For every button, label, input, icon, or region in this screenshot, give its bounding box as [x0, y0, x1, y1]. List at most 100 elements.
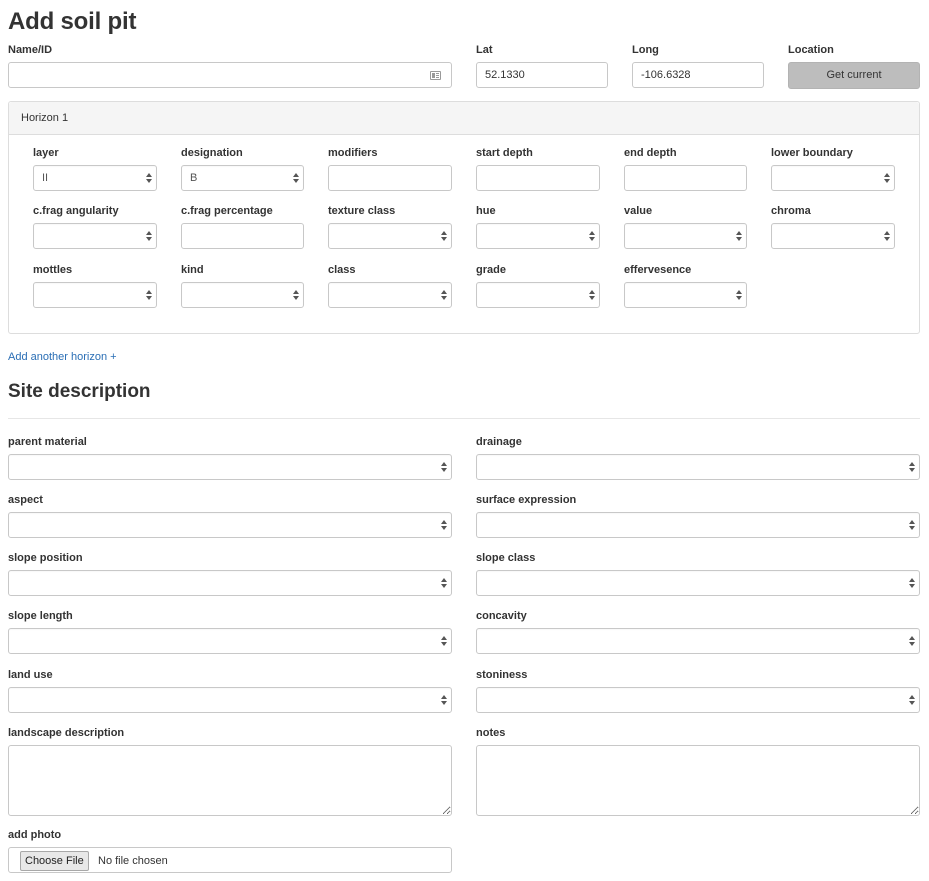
slope-length-select[interactable]	[8, 628, 452, 654]
slope-class-select[interactable]	[476, 570, 920, 596]
hue-label: hue	[476, 205, 496, 217]
select-arrows-icon	[441, 694, 447, 706]
concavity-label: concavity	[476, 610, 527, 622]
lower-boundary-select[interactable]	[771, 165, 895, 191]
land-use-select[interactable]	[8, 687, 452, 713]
notes-label: notes	[476, 727, 506, 739]
select-arrows-icon	[293, 289, 299, 301]
concavity-select[interactable]	[476, 628, 920, 654]
grade-label: grade	[476, 264, 506, 276]
add-photo-label: add photo	[8, 829, 62, 841]
stoniness-select[interactable]	[476, 687, 920, 713]
texture-class-label: texture class	[328, 205, 396, 217]
choose-file-button[interactable]: Choose File	[20, 851, 89, 871]
kind-label: kind	[181, 264, 204, 276]
stoniness-label: stoniness	[476, 669, 528, 681]
file-status-text: No file chosen	[98, 855, 168, 867]
page-title: Add soil pit	[8, 8, 137, 35]
location-label: Location	[788, 44, 834, 56]
select-arrows-icon	[909, 461, 915, 473]
select-arrows-icon	[146, 172, 152, 184]
site-description-title: Site description	[8, 381, 151, 402]
modifiers-input[interactable]	[328, 165, 452, 191]
landscape-description-textarea[interactable]	[8, 745, 452, 816]
select-arrows-icon	[909, 577, 915, 589]
select-arrows-icon	[909, 635, 915, 647]
modifiers-label: modifiers	[328, 147, 378, 159]
long-label: Long	[632, 44, 659, 56]
start-depth-label: start depth	[476, 147, 533, 159]
lat-label: Lat	[476, 44, 493, 56]
select-arrows-icon	[441, 577, 447, 589]
effervesence-select[interactable]	[624, 282, 747, 308]
value-select[interactable]	[624, 223, 747, 249]
drainage-select[interactable]	[476, 454, 920, 480]
hue-select[interactable]	[476, 223, 600, 249]
select-arrows-icon	[441, 519, 447, 531]
horizon-panel-header: Horizon 1	[9, 102, 919, 135]
slope-class-label: slope class	[476, 552, 536, 564]
landscape-description-label: landscape description	[8, 727, 125, 739]
photo-file-input[interactable]: Choose File No file chosen	[8, 847, 452, 873]
contact-card-icon[interactable]	[430, 71, 441, 80]
effervesence-label: effervesence	[624, 264, 692, 276]
select-arrows-icon	[589, 289, 595, 301]
parent-material-label: parent material	[8, 436, 87, 448]
add-another-horizon-link[interactable]: Add another horizon +	[8, 351, 117, 363]
lower-boundary-label: lower boundary	[771, 147, 853, 159]
designation-select[interactable]: B	[181, 165, 304, 191]
end-depth-input[interactable]	[624, 165, 747, 191]
select-arrows-icon	[146, 230, 152, 242]
aspect-label: aspect	[8, 494, 43, 506]
value-label: value	[624, 205, 653, 217]
class-select[interactable]	[328, 282, 452, 308]
end-depth-label: end depth	[624, 147, 677, 159]
long-input[interactable]: -106.6328	[632, 62, 764, 88]
class-label: class	[328, 264, 356, 276]
texture-class-select[interactable]	[328, 223, 452, 249]
cfrag-angularity-label: c.frag angularity	[33, 205, 119, 217]
layer-select[interactable]: II	[33, 165, 157, 191]
lat-input[interactable]: 52.1330	[476, 62, 608, 88]
cfrag-percentage-input[interactable]	[181, 223, 304, 249]
chroma-select[interactable]	[771, 223, 895, 249]
select-arrows-icon	[884, 230, 890, 242]
surface-expression-label: surface expression	[476, 494, 577, 506]
parent-material-select[interactable]	[8, 454, 452, 480]
mottles-select[interactable]	[33, 282, 157, 308]
select-arrows-icon	[441, 635, 447, 647]
select-arrows-icon	[146, 289, 152, 301]
start-depth-input[interactable]	[476, 165, 600, 191]
select-arrows-icon	[441, 230, 447, 242]
name-label: Name/ID	[8, 44, 53, 56]
select-arrows-icon	[293, 172, 299, 184]
surface-expression-select[interactable]	[476, 512, 920, 538]
designation-value: B	[190, 172, 198, 184]
select-arrows-icon	[441, 289, 447, 301]
kind-select[interactable]	[181, 282, 304, 308]
select-arrows-icon	[909, 519, 915, 531]
aspect-select[interactable]	[8, 512, 452, 538]
chroma-label: chroma	[771, 205, 811, 217]
slope-position-select[interactable]	[8, 570, 452, 596]
select-arrows-icon	[736, 230, 742, 242]
mottles-label: mottles	[33, 264, 73, 276]
slope-position-label: slope position	[8, 552, 83, 564]
select-arrows-icon	[909, 694, 915, 706]
designation-label: designation	[181, 147, 243, 159]
grade-select[interactable]	[476, 282, 600, 308]
land-use-label: land use	[8, 669, 53, 681]
layer-value: II	[42, 172, 49, 184]
cfrag-percentage-label: c.frag percentage	[181, 205, 273, 217]
drainage-label: drainage	[476, 436, 522, 448]
name-input[interactable]	[8, 62, 452, 88]
section-divider	[8, 418, 920, 419]
notes-textarea[interactable]	[476, 745, 920, 816]
cfrag-angularity-select[interactable]	[33, 223, 157, 249]
select-arrows-icon	[884, 172, 890, 184]
get-current-location-button[interactable]: Get current	[788, 62, 920, 89]
layer-label: layer	[33, 147, 59, 159]
select-arrows-icon	[736, 289, 742, 301]
select-arrows-icon	[589, 230, 595, 242]
slope-length-label: slope length	[8, 610, 73, 622]
